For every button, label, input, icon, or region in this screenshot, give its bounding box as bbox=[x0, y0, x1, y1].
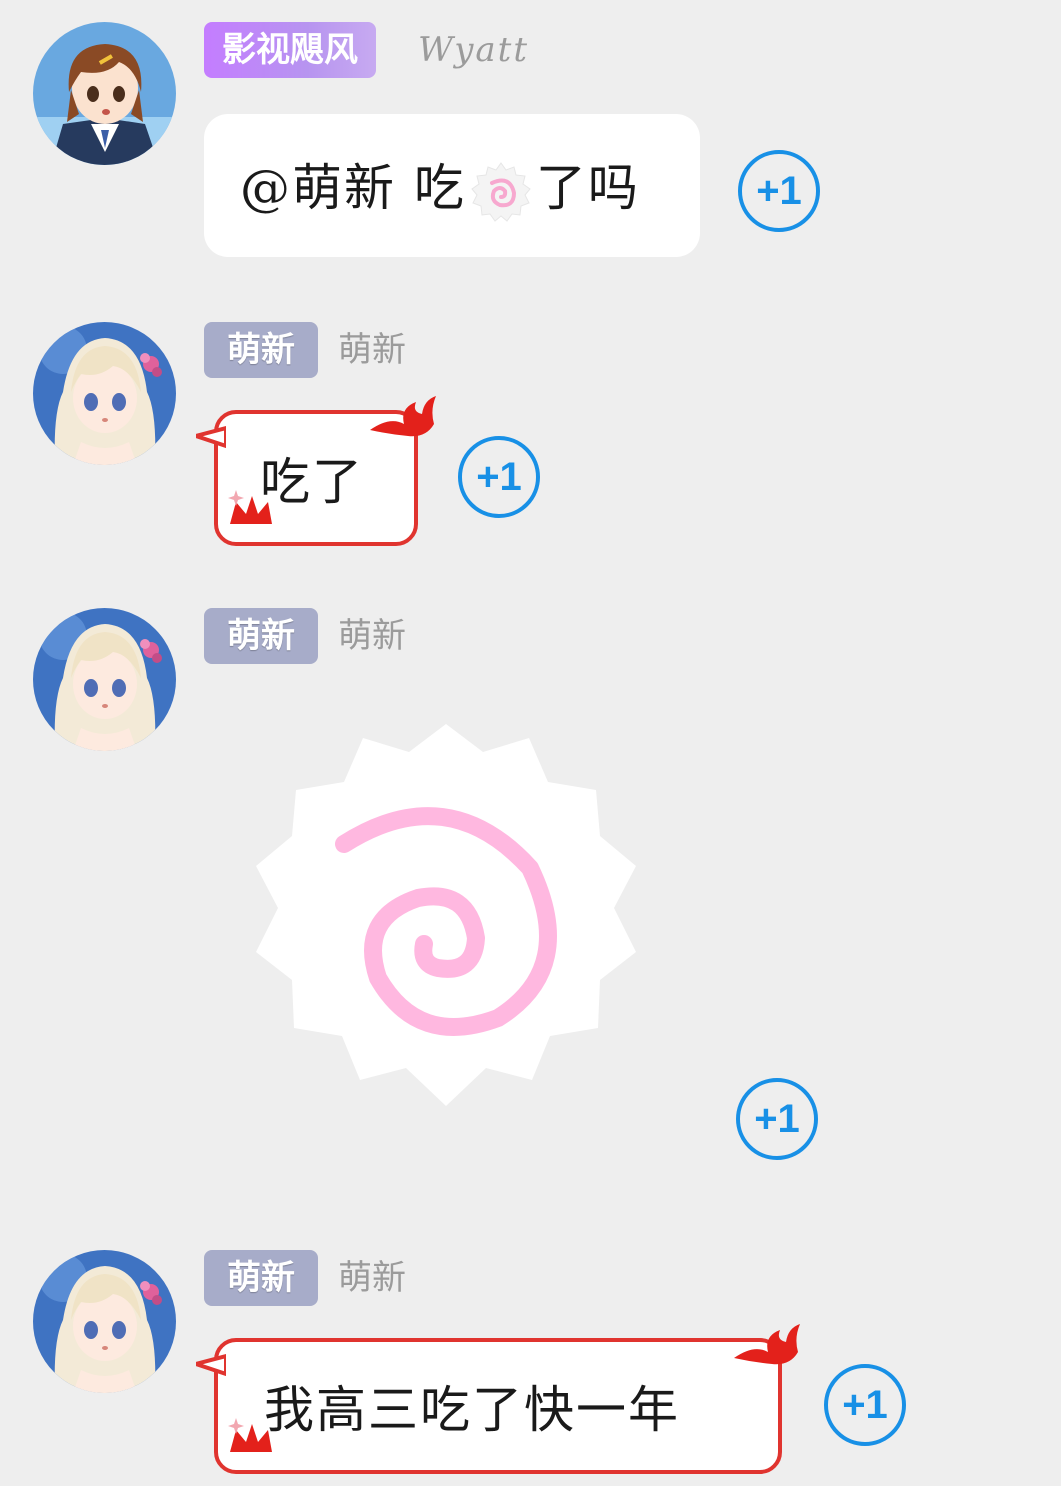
sender-name[interactable]: 萌新 bbox=[338, 1250, 406, 1306]
flame-decoration-icon bbox=[734, 1324, 800, 1365]
message-bubble[interactable]: 吃了 bbox=[196, 396, 436, 546]
sender-name[interactable]: Wyatt bbox=[418, 22, 529, 78]
plus-one-button[interactable]: +1 bbox=[824, 1364, 906, 1446]
avatar[interactable] bbox=[33, 322, 176, 465]
title-badge: 影视飓风 bbox=[204, 22, 376, 78]
bubble-tail-icon bbox=[196, 426, 226, 448]
sender-name[interactable]: 萌新 bbox=[338, 322, 406, 378]
avatar[interactable] bbox=[33, 608, 176, 751]
crown-decoration-icon bbox=[228, 490, 272, 524]
avatar[interactable] bbox=[33, 22, 176, 165]
avatar[interactable] bbox=[33, 1250, 176, 1393]
narutomaki-icon bbox=[470, 161, 532, 223]
plus-one-button[interactable]: +1 bbox=[736, 1078, 818, 1160]
message-bubble[interactable]: @萌新 吃 了吗 bbox=[204, 114, 700, 257]
message-text-part: 了吗 bbox=[535, 159, 640, 217]
message-text: 我高三吃了快一年 bbox=[264, 1381, 680, 1439]
crown-decoration-icon bbox=[228, 1418, 272, 1452]
title-badge: 萌新 bbox=[204, 1250, 318, 1306]
message-bubble[interactable]: 我高三吃了快一年 bbox=[196, 1324, 800, 1474]
bubble-tail-icon bbox=[196, 1354, 226, 1376]
narutomaki-sticker[interactable] bbox=[248, 718, 644, 1114]
flame-decoration-icon bbox=[370, 396, 436, 437]
title-badge: 萌新 bbox=[204, 608, 318, 664]
sender-name[interactable]: 萌新 bbox=[338, 608, 406, 664]
message-text-part: @萌新 吃 bbox=[240, 159, 466, 217]
message-text: @萌新 吃 了吗 bbox=[240, 148, 640, 223]
plus-one-button[interactable]: +1 bbox=[738, 150, 820, 232]
title-badge: 萌新 bbox=[204, 322, 318, 378]
plus-one-button[interactable]: +1 bbox=[458, 436, 540, 518]
